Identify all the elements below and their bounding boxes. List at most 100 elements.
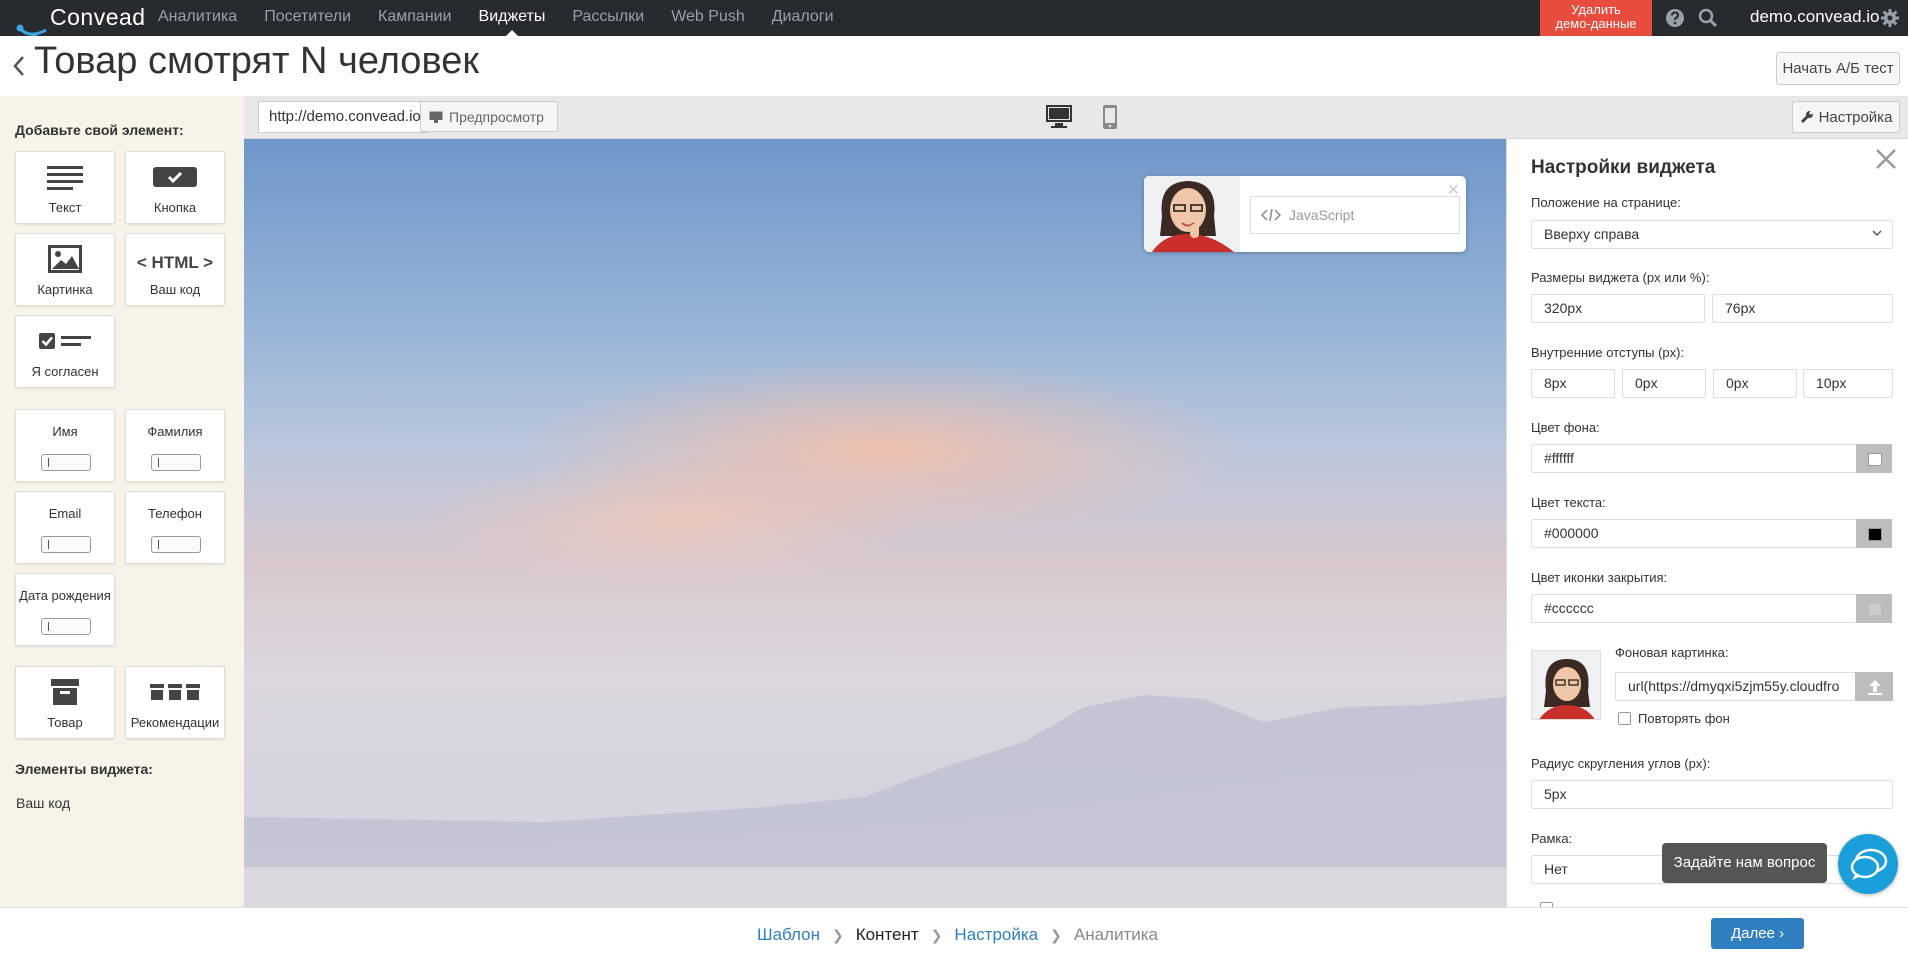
settings-button[interactable]: Настройка: [1792, 101, 1900, 133]
text-color-picker[interactable]: [1856, 519, 1892, 548]
color-swatch: [1868, 453, 1882, 466]
preview-url-input[interactable]: http://demo.convead.io: [258, 101, 428, 133]
palette-tile-button[interactable]: Кнопка: [125, 151, 225, 224]
nav-item-widgets[interactable]: Виджеты: [479, 0, 545, 36]
nav-item-analytics[interactable]: Аналитика: [158, 0, 237, 36]
palette-tile-email[interactable]: Email: [15, 491, 115, 564]
html-code-icon: < HTML >: [136, 253, 214, 272]
widget-element-item[interactable]: Ваш код: [16, 795, 70, 811]
palette-tile-label: Кнопка: [153, 200, 197, 215]
background-landscape: [244, 695, 1506, 907]
main-menu: Аналитика Посетители Кампании Виджеты Ра…: [158, 0, 861, 36]
nav-item-web-push[interactable]: Web Push: [671, 0, 745, 36]
chat-tooltip[interactable]: Задайте нам вопрос: [1662, 843, 1827, 883]
close-color-input[interactable]: #cccccc: [1531, 594, 1857, 623]
position-select[interactable]: Вверху справа: [1531, 220, 1893, 249]
widget-popup[interactable]: JavaScript ✕: [1144, 176, 1466, 252]
nav-item-mailings[interactable]: Рассылки: [572, 0, 644, 36]
start-ab-test-button[interactable]: Начать A/Б тест: [1776, 52, 1900, 85]
delete-demo-data-line2: демо-данные: [1555, 16, 1637, 31]
delete-demo-data-button[interactable]: Удалить демо-данные: [1540, 0, 1652, 36]
padding-label: Внутренние отступы (px):: [1531, 345, 1685, 360]
palette-tile-name[interactable]: Имя: [15, 409, 115, 482]
position-select-value: Вверху справа: [1544, 226, 1640, 242]
wizard-steps: Шаблон ❯ Контент ❯ Настройка ❯ Аналитика: [757, 925, 1158, 945]
woman-thumbnail-image: [1532, 651, 1600, 719]
page-title: Товар смотрят N человек: [34, 40, 479, 82]
upload-button[interactable]: [1855, 672, 1893, 701]
height-input[interactable]: 76px: [1712, 294, 1893, 323]
palette-tile-phone[interactable]: Телефон: [125, 491, 225, 564]
color-swatch: [1868, 603, 1882, 616]
nav-item-campaigns[interactable]: Кампании: [378, 0, 452, 36]
palette-tile-product[interactable]: Товар: [15, 666, 115, 739]
palette-tile-image[interactable]: Картинка: [15, 233, 115, 306]
custom-code-block[interactable]: JavaScript: [1250, 196, 1460, 234]
widget-settings-panel: Настройки виджета Положение на странице:…: [1506, 139, 1908, 907]
chat-button[interactable]: [1838, 834, 1898, 894]
desktop-view-icon[interactable]: [1045, 104, 1073, 130]
panel-title: Настройки виджета: [1531, 157, 1716, 178]
close-color-picker[interactable]: [1856, 594, 1892, 623]
text-color-label: Цвет текста:: [1531, 495, 1606, 510]
woman-avatar-image: [1144, 176, 1240, 252]
repeat-bg-checkbox[interactable]: [1618, 712, 1631, 725]
text-color-input[interactable]: #000000: [1531, 519, 1857, 548]
upload-icon: [1868, 680, 1882, 695]
bg-color-input[interactable]: #ffffff: [1531, 444, 1857, 473]
next-button-label: Далее: [1730, 925, 1775, 942]
palette-tile-label: Фамилия: [147, 424, 203, 439]
palette-tile-surname[interactable]: Фамилия: [125, 409, 225, 482]
chevron-right-icon: ❯: [1050, 926, 1062, 943]
checkbox-agree-icon: [39, 333, 91, 349]
preview-button[interactable]: Предпросмотр: [420, 101, 558, 132]
padding-right-input[interactable]: 0px: [1622, 369, 1706, 398]
nav-item-dialogs[interactable]: Диалоги: [772, 0, 834, 36]
popup-close-icon[interactable]: ✕: [1447, 180, 1460, 200]
code-block-label: JavaScript: [1289, 207, 1355, 223]
settings-label: Настройка: [1818, 108, 1893, 126]
palette-tile-html[interactable]: < HTML > Ваш код: [125, 233, 225, 306]
bg-image-url-input[interactable]: url(https://dmyqxi5zjm55y.cloudfro: [1615, 672, 1857, 701]
gear-icon[interactable]: [1879, 7, 1901, 29]
palette-tile-label: Товар: [47, 715, 83, 730]
step-analytics: Аналитика: [1073, 925, 1159, 944]
mobile-view-icon[interactable]: [1102, 104, 1118, 130]
next-button[interactable]: Далее ›: [1711, 918, 1804, 949]
palette-tile-birthday[interactable]: Дата рождения: [15, 573, 115, 646]
palette-tile-label: Дата рождения: [19, 588, 111, 603]
bg-color-picker[interactable]: [1856, 444, 1892, 473]
input-field-icon: [151, 454, 201, 471]
step-settings[interactable]: Настройка: [954, 925, 1038, 945]
width-input[interactable]: 320px: [1531, 294, 1705, 323]
step-content: Контент: [855, 925, 919, 944]
radius-input[interactable]: 5px: [1531, 780, 1893, 809]
palette-tile-label: Текст: [48, 200, 82, 215]
padding-top-input[interactable]: 8px: [1531, 369, 1615, 398]
product-box-icon: [51, 679, 79, 705]
step-template[interactable]: Шаблон: [757, 925, 820, 945]
input-field-icon: [151, 536, 201, 553]
palette-tile-text[interactable]: Текст: [15, 151, 115, 224]
close-panel-icon[interactable]: [1872, 145, 1900, 173]
help-icon[interactable]: [1664, 7, 1686, 29]
code-brackets-icon: [1261, 208, 1281, 222]
palette-tile-label: Я согласен: [31, 364, 99, 379]
padding-bottom-input[interactable]: 0px: [1713, 369, 1797, 398]
account-host[interactable]: demo.convead.io: [1750, 0, 1879, 33]
logo-text: Convead: [50, 4, 146, 30]
search-icon[interactable]: [1697, 7, 1719, 29]
palette-tile-label: Картинка: [37, 282, 93, 297]
element-palette: Добавьте свой элемент: Текст Кнопка Карт…: [0, 96, 244, 908]
palette-tile-agree[interactable]: Я согласен: [15, 315, 115, 388]
widget-elements-heading: Элементы виджета:: [15, 761, 153, 777]
palette-tile-recommendations[interactable]: Рекомендации: [125, 666, 225, 739]
padding-left-input[interactable]: 10px: [1803, 369, 1893, 398]
back-chevron-icon[interactable]: [12, 54, 26, 78]
nav-item-visitors[interactable]: Посетители: [264, 0, 351, 36]
palette-tile-label: Рекомендации: [130, 715, 220, 730]
size-label: Размеры виджета (px или %):: [1531, 270, 1710, 285]
page-header: Товар смотрят N человек Начать A/Б тест: [0, 36, 1908, 96]
button-check-icon: [153, 167, 197, 187]
input-field-icon: [41, 618, 91, 635]
